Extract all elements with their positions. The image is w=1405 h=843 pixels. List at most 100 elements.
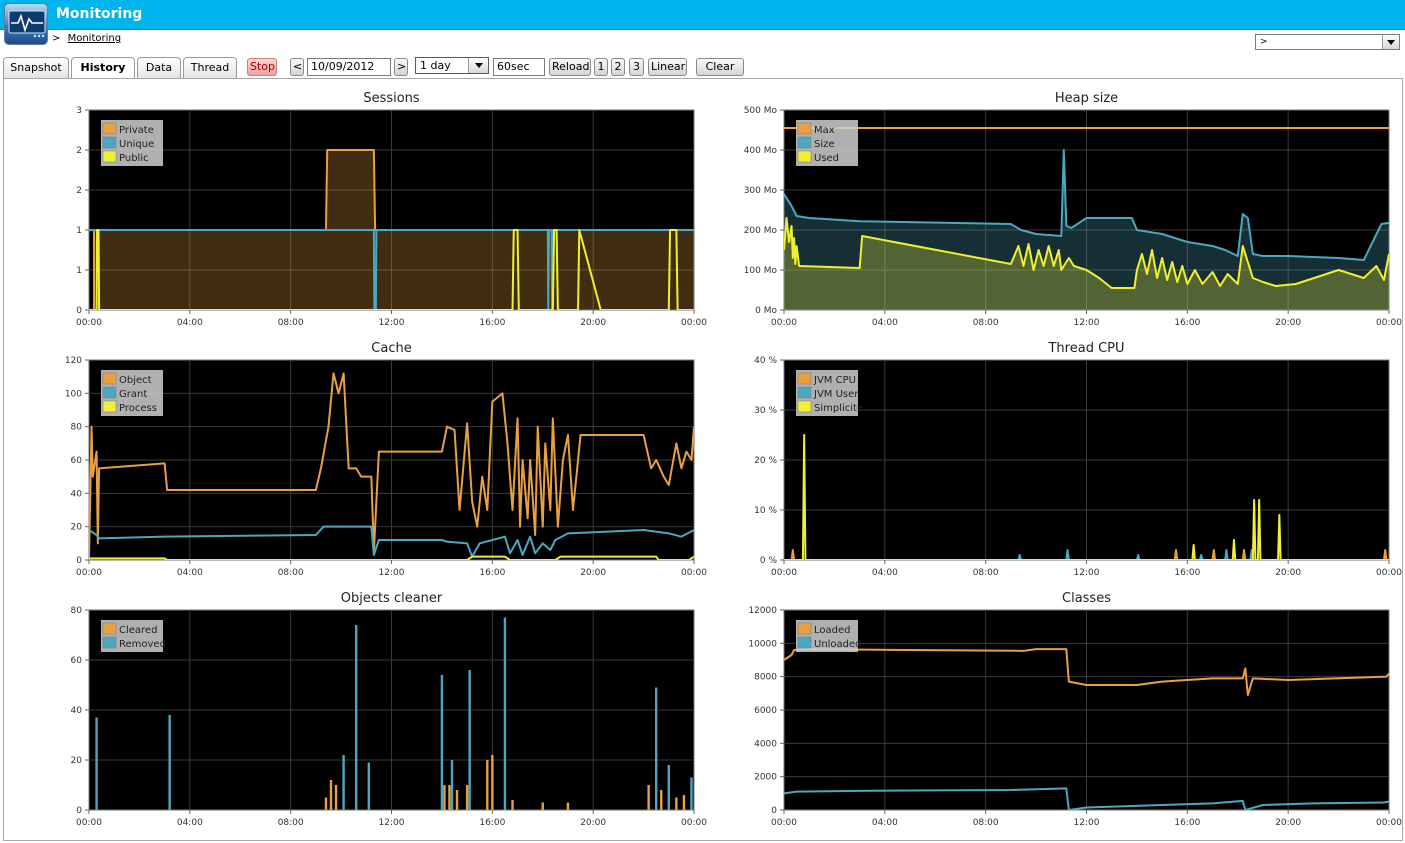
legend: JVM CPU JVM User Simplicite: [796, 370, 863, 416]
legend-swatch: [102, 636, 117, 649]
date-field[interactable]: 10/09/2012: [307, 58, 391, 76]
page-3-button[interactable]: 3: [629, 58, 644, 76]
chart-title: Classes: [1062, 591, 1111, 606]
x-tick-label: 00:00: [76, 818, 102, 828]
x-tick-label: 00:00: [771, 568, 797, 578]
interval-field[interactable]: 60sec: [493, 58, 545, 76]
chart-title: Thread CPU: [1047, 341, 1124, 356]
x-tick-label: 12:00: [1074, 818, 1100, 828]
x-tick-label: 20:00: [580, 818, 606, 828]
x-tick-label: 16:00: [1174, 818, 1200, 828]
reload-button[interactable]: Reload: [549, 58, 591, 76]
chart-title: Heap size: [1055, 91, 1118, 106]
legend-label: Public: [119, 153, 149, 164]
x-tick-label: 00:00: [771, 818, 797, 828]
y-tick-label: 20: [71, 523, 83, 533]
bar: [334, 785, 338, 810]
y-tick-label: 100 Mo: [744, 266, 778, 276]
bar: [329, 780, 333, 810]
legend: Private Unique Public: [101, 120, 163, 166]
y-tick-label: 20: [71, 756, 83, 766]
y-tick-label: 0 %: [760, 556, 778, 566]
clear-all-button[interactable]: Clear all: [696, 58, 744, 89]
x-tick-label: 00:00: [76, 318, 102, 328]
legend-label: Grant: [119, 389, 147, 400]
bar: [647, 785, 650, 810]
y-tick-label: 2: [76, 146, 82, 156]
breadcrumb: > Monitoring: [52, 33, 121, 44]
y-tick-label: 40: [71, 706, 83, 716]
legend: Object Grant Process: [101, 370, 163, 416]
previous-date-button[interactable]: <: [290, 58, 304, 76]
bar: [448, 785, 451, 810]
legend-swatch: [797, 386, 812, 399]
x-tick-label: 04:00: [872, 318, 898, 328]
y-tick-label: 12000: [748, 606, 777, 616]
navigation-select[interactable]: >: [1255, 34, 1400, 50]
y-tick-label: 0: [76, 806, 82, 816]
x-tick-label: 12:00: [379, 818, 405, 828]
chart-thread_cpu: Thread CPU 00:00 04:00 08:00 12:00 16:00 20:00…: [754, 341, 1402, 578]
chevron-down-icon[interactable]: [1382, 35, 1399, 49]
x-tick-label: 16:00: [479, 818, 505, 828]
bar: [675, 797, 678, 810]
legend-swatch: [797, 400, 812, 413]
stop-button[interactable]: Stop: [247, 58, 277, 76]
y-tick-label: 2: [76, 186, 82, 196]
bar: [541, 802, 544, 810]
tab-history[interactable]: History: [71, 57, 135, 80]
tab-thread[interactable]: Thread: [183, 57, 237, 79]
chevron-down-icon[interactable]: [468, 58, 488, 73]
legend-swatch: [797, 136, 812, 149]
tab-snapshot[interactable]: Snapshot: [3, 57, 69, 79]
legend-label: Removed: [119, 639, 166, 650]
y-tick-label: 60: [71, 656, 83, 666]
legend-swatch: [797, 636, 812, 649]
charts-canvas: Sessions00:00 04:00 08:00 12:00 16:00 20:00 00…: [65, 91, 1402, 828]
x-tick-label: 08:00: [973, 818, 999, 828]
legend-label: Cleared: [119, 625, 157, 636]
legend-label: Loaded: [814, 625, 851, 636]
y-tick-label: 20 %: [754, 456, 777, 466]
legend: Cleared Removed: [101, 620, 166, 652]
legend-label: Max: [814, 125, 835, 136]
breadcrumb-monitoring-link[interactable]: Monitoring: [68, 33, 121, 44]
bar: [511, 800, 514, 810]
y-tick-label: 40: [71, 489, 83, 499]
bar: [465, 785, 469, 810]
x-tick-label: 00:00: [1376, 318, 1402, 328]
next-date-button[interactable]: >: [394, 58, 408, 76]
page-1-button[interactable]: 1: [594, 58, 608, 76]
tab-data[interactable]: Data: [137, 57, 181, 79]
bar: [667, 765, 670, 810]
bar: [654, 687, 658, 810]
x-tick-label: 20:00: [1275, 318, 1301, 328]
x-tick-label: 16:00: [479, 568, 505, 578]
y-tick-label: 3: [76, 106, 82, 116]
x-tick-label: 16:00: [479, 318, 505, 328]
x-tick-label: 08:00: [278, 318, 304, 328]
monitoring-app-icon: [4, 3, 48, 45]
linear-scale-button[interactable]: Linear: [648, 58, 687, 76]
bar: [503, 617, 507, 810]
y-tick-label: 0 Mo: [755, 306, 777, 316]
x-tick-label: 04:00: [872, 818, 898, 828]
x-tick-label: 00:00: [1376, 818, 1402, 828]
x-tick-label: 04:00: [177, 318, 203, 328]
bar: [491, 755, 494, 810]
charts-panel: Sessions 00:00 04:00 08:00 12:00 16:00 20:00 00…: [3, 78, 1403, 841]
y-tick-label: 120: [65, 356, 82, 366]
page-2-button[interactable]: 2: [611, 58, 625, 76]
bar: [690, 777, 693, 810]
chart-title: Cache: [371, 341, 411, 356]
bar: [443, 785, 446, 810]
time-range-select[interactable]: 1 day: [415, 57, 489, 74]
y-tick-label: 0: [76, 556, 82, 566]
y-tick-label: 80: [71, 606, 83, 616]
y-tick-label: 500 Mo: [744, 106, 778, 116]
bar: [660, 790, 663, 810]
y-tick-label: 80: [71, 423, 83, 433]
y-tick-label: 0: [771, 806, 777, 816]
breadcrumb-separator: >: [52, 33, 61, 44]
legend-label: Private: [119, 125, 154, 136]
